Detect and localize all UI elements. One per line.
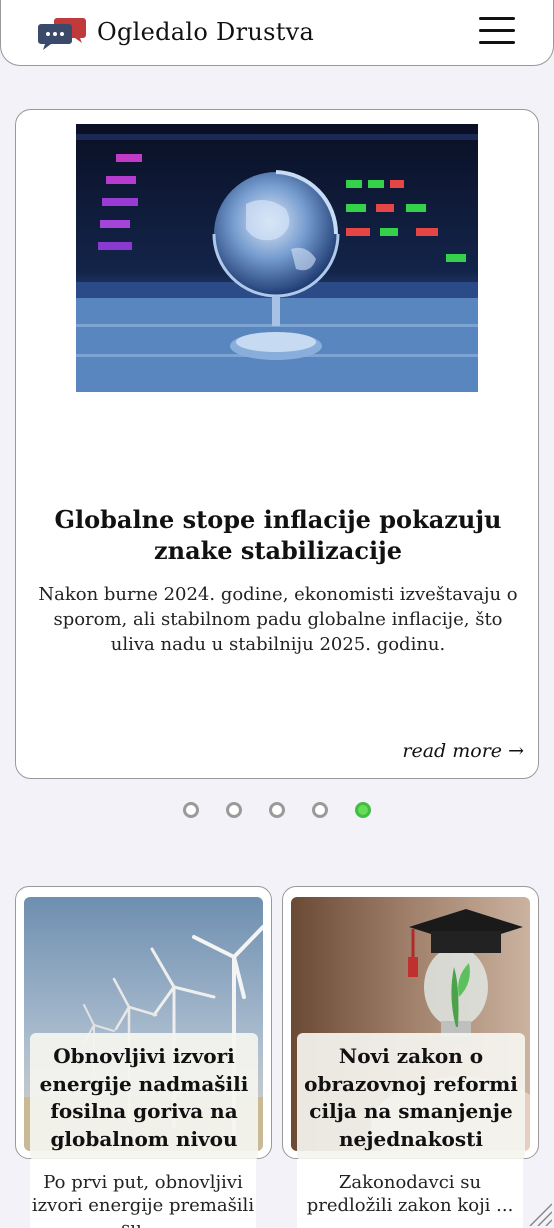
chat-bubbles-icon[interactable] <box>37 16 87 50</box>
hamburger-menu-icon[interactable] <box>479 16 515 46</box>
card-title[interactable]: Obnovljivi izvori energije nadmašili fos… <box>30 1043 258 1153</box>
card-title-overlay: Obnovljivi izvori energije nadmašili fos… <box>30 1033 258 1161</box>
featured-article-card[interactable]: Globalne stope inflacije pokazuju znake … <box>15 109 539 779</box>
site-header: Ogledalo Drustva <box>0 0 554 66</box>
hero-title[interactable]: Globalne stope inflacije pokazuju znake … <box>34 504 522 566</box>
card-summary: Zakonodavci su predložili zakon koji ... <box>297 1159 523 1228</box>
card-title-overlay: Novi zakon o obrazovnoj reformi cilja na… <box>297 1033 525 1161</box>
hero-image[interactable] <box>76 124 478 392</box>
carousel-dot-5[interactable] <box>355 802 371 818</box>
resize-handle-icon[interactable] <box>526 1200 552 1226</box>
read-more-link[interactable]: read more → <box>402 740 524 762</box>
carousel-dot-3[interactable] <box>269 802 285 818</box>
carousel-indicators <box>183 801 373 819</box>
article-card-renewables[interactable]: Obnovljivi izvori energije nadmašili fos… <box>15 886 272 1161</box>
card-title[interactable]: Novi zakon o obrazovnoj reformi cilja na… <box>297 1043 525 1153</box>
carousel-dot-4[interactable] <box>312 802 328 818</box>
hero-summary: Nakon burne 2024. godine, ekonomisti izv… <box>38 584 518 655</box>
carousel-dot-1[interactable] <box>183 802 199 818</box>
card-summary: Po prvi put, obnovljivi izvori energije … <box>30 1159 256 1228</box>
carousel-dot-2[interactable] <box>226 802 242 818</box>
article-card-education[interactable]: Novi zakon o obrazovnoj reformi cilja na… <box>282 886 539 1161</box>
brand-name[interactable]: Ogledalo Drustva <box>97 18 314 46</box>
